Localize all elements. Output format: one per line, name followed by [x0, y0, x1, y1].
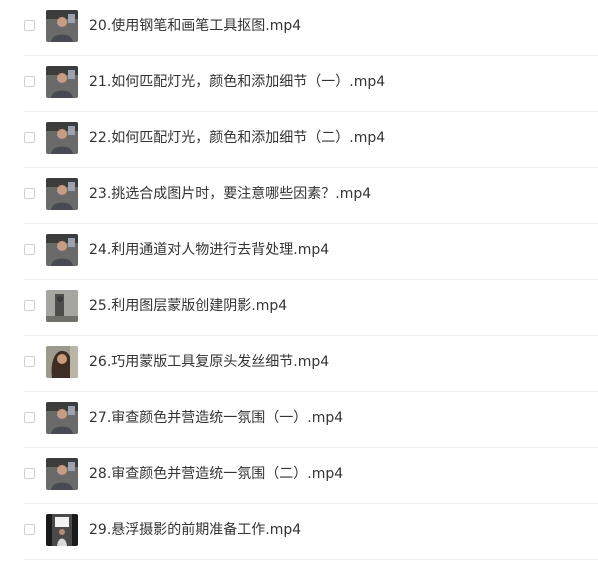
file-row[interactable]: 24.利用通道对人物进行去背处理.mp4: [0, 224, 598, 280]
video-thumbnail-icon[interactable]: [46, 346, 78, 378]
file-row[interactable]: 25.利用图层蒙版创建阴影.mp4: [0, 280, 598, 336]
video-thumbnail-icon[interactable]: [46, 234, 78, 266]
video-thumbnail-icon[interactable]: [46, 290, 78, 322]
video-thumbnail-icon[interactable]: [46, 122, 78, 154]
video-thumbnail-icon[interactable]: [46, 178, 78, 210]
select-checkbox[interactable]: [24, 524, 35, 535]
file-row[interactable]: 29.悬浮摄影的前期准备工作.mp4: [0, 504, 598, 560]
file-name[interactable]: 29.悬浮摄影的前期准备工作.mp4: [89, 521, 301, 539]
select-checkbox[interactable]: [24, 356, 35, 367]
file-row[interactable]: 28.审查颜色并营造统一氛围（二）.mp4: [0, 448, 598, 504]
file-row[interactable]: 26.巧用蒙版工具复原头发丝细节.mp4: [0, 336, 598, 392]
file-name[interactable]: 25.利用图层蒙版创建阴影.mp4: [89, 297, 287, 315]
file-name[interactable]: 23.挑选合成图片时，要注意哪些因素？.mp4: [89, 185, 371, 203]
select-checkbox[interactable]: [24, 20, 35, 31]
video-thumbnail-icon[interactable]: [46, 402, 78, 434]
video-thumbnail-icon[interactable]: [46, 10, 78, 42]
file-name[interactable]: 22.如何匹配灯光，颜色和添加细节（二）.mp4: [89, 129, 385, 147]
file-row[interactable]: 23.挑选合成图片时，要注意哪些因素？.mp4: [0, 168, 598, 224]
file-list: 20.使用钢笔和画笔工具抠图.mp4 21.如何匹配灯光，颜色和添加细节（一）.…: [0, 0, 598, 561]
file-row[interactable]: 21.如何匹配灯光，颜色和添加细节（一）.mp4: [0, 56, 598, 112]
file-row[interactable]: 27.审查颜色并营造统一氛围（一）.mp4: [0, 392, 598, 448]
file-name[interactable]: 21.如何匹配灯光，颜色和添加细节（一）.mp4: [89, 73, 385, 91]
file-name[interactable]: 24.利用通道对人物进行去背处理.mp4: [89, 241, 329, 259]
file-row[interactable]: 20.使用钢笔和画笔工具抠图.mp4: [0, 0, 598, 56]
file-name[interactable]: 26.巧用蒙版工具复原头发丝细节.mp4: [89, 353, 329, 371]
file-name[interactable]: 27.审查颜色并营造统一氛围（一）.mp4: [89, 409, 343, 427]
video-thumbnail-icon[interactable]: [46, 458, 78, 490]
select-checkbox[interactable]: [24, 132, 35, 143]
select-checkbox[interactable]: [24, 76, 35, 87]
file-name[interactable]: 28.审查颜色并营造统一氛围（二）.mp4: [89, 465, 343, 483]
select-checkbox[interactable]: [24, 468, 35, 479]
select-checkbox[interactable]: [24, 300, 35, 311]
row-divider: [24, 559, 598, 560]
file-row[interactable]: 22.如何匹配灯光，颜色和添加细节（二）.mp4: [0, 112, 598, 168]
select-checkbox[interactable]: [24, 412, 35, 423]
file-name[interactable]: 20.使用钢笔和画笔工具抠图.mp4: [89, 17, 301, 35]
video-thumbnail-icon[interactable]: [46, 66, 78, 98]
video-thumbnail-icon[interactable]: [46, 514, 78, 546]
select-checkbox[interactable]: [24, 244, 35, 255]
select-checkbox[interactable]: [24, 188, 35, 199]
